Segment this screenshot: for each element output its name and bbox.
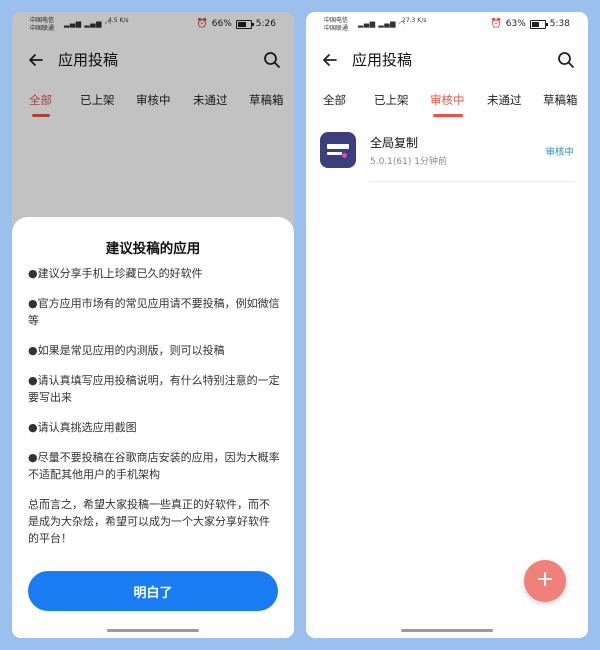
tab-bar: 全部 已上架 审核中 未通过 草稿箱 xyxy=(306,92,588,122)
tab-rejected[interactable]: 未通过 xyxy=(487,92,522,108)
left-phone-screen: 中国电信 中国联通 ▂▄▆ ▂▄▆ ◠ 4.5 K/s ⏰ 66% 5:26 应… xyxy=(12,12,294,638)
clock: 5:38 xyxy=(549,19,570,29)
carrier-line-2: 中国联通 xyxy=(324,25,349,32)
status-badge: 审核中 xyxy=(545,147,574,158)
guideline-item: ●建议分享手机上珍藏已久的好软件 xyxy=(28,267,203,280)
battery-icon xyxy=(529,19,548,29)
add-submission-button[interactable]: + xyxy=(524,560,566,602)
home-indicator[interactable] xyxy=(107,629,199,632)
guideline-item: ●官方应用市场有的常见应用请不要投稿，例如微信等 xyxy=(28,297,280,327)
app-version: 5.0.1(61) xyxy=(370,157,412,167)
right-phone-screen: 中国电信 中国联通 ▂▄▆ ▂▄▆ ◠ 27.3 K/s ⏰ 63% 5:38 … xyxy=(306,12,588,638)
app-icon xyxy=(320,132,356,168)
alarm-icon: ⏰ xyxy=(490,19,502,29)
guideline-item: ●请认真填写应用投稿说明，有什么特别注意的一定要写出来 xyxy=(28,374,280,404)
got-it-button[interactable]: 明白了 xyxy=(28,571,278,611)
sheet-title: 建议投稿的应用 xyxy=(105,241,201,257)
carrier-line-1: 中国电信 xyxy=(324,17,349,24)
home-indicator[interactable] xyxy=(401,629,493,632)
app-meta: 5.0.1(61) 1分钟前 xyxy=(370,154,447,167)
tab-all[interactable]: 全部 xyxy=(323,92,346,108)
tab-published[interactable]: 已上架 xyxy=(374,92,409,108)
sheet-body: ●建议分享手机上珍藏已久的好软件 ●官方应用市场有的常见应用请不要投稿，例如微信… xyxy=(28,265,280,547)
signal-icon: ▂▄▆ ▂▄▆ ◠ xyxy=(358,20,406,28)
list-item[interactable]: 全局复制 5.0.1(61) 1分钟前 审核中 xyxy=(306,130,588,194)
app-name: 全局复制 xyxy=(370,136,419,150)
tab-drafts[interactable]: 草稿箱 xyxy=(543,92,578,108)
network-speed: 27.3 K/s xyxy=(402,17,427,24)
battery-percent: 63% xyxy=(505,19,526,29)
submit-time: 1分钟前 xyxy=(414,157,447,167)
app-bar: 应用投稿 xyxy=(306,42,588,78)
status-bar: 中国电信 中国联通 ▂▄▆ ▂▄▆ ◠ 27.3 K/s ⏰ 63% 5:38 xyxy=(306,12,588,38)
tab-reviewing[interactable]: 审核中 xyxy=(430,92,465,108)
guideline-item: ●如果是常见应用的内测版，则可以投稿 xyxy=(28,344,225,357)
tab-indicator xyxy=(433,114,463,117)
guidelines-bottom-sheet: 建议投稿的应用 ●建议分享手机上珍藏已久的好软件 ●官方应用市场有的常见应用请不… xyxy=(12,217,294,638)
divider xyxy=(370,181,574,182)
carrier-labels: 中国电信 中国联通 xyxy=(324,17,348,33)
search-icon[interactable] xyxy=(556,50,576,70)
page-title: 应用投稿 xyxy=(352,51,413,69)
guideline-summary: 总而言之，希望大家投稿一些真正的好软件，而不是成为大杂烩，希望可以成为一个大家分… xyxy=(28,498,270,545)
guideline-item: ●尽量不要投稿在谷歌商店安装的应用，因为大概率不适配其他用户的手机架构 xyxy=(28,451,280,481)
guideline-item: ●请认真挑选应用截图 xyxy=(28,421,137,434)
back-arrow-icon[interactable] xyxy=(320,50,340,70)
